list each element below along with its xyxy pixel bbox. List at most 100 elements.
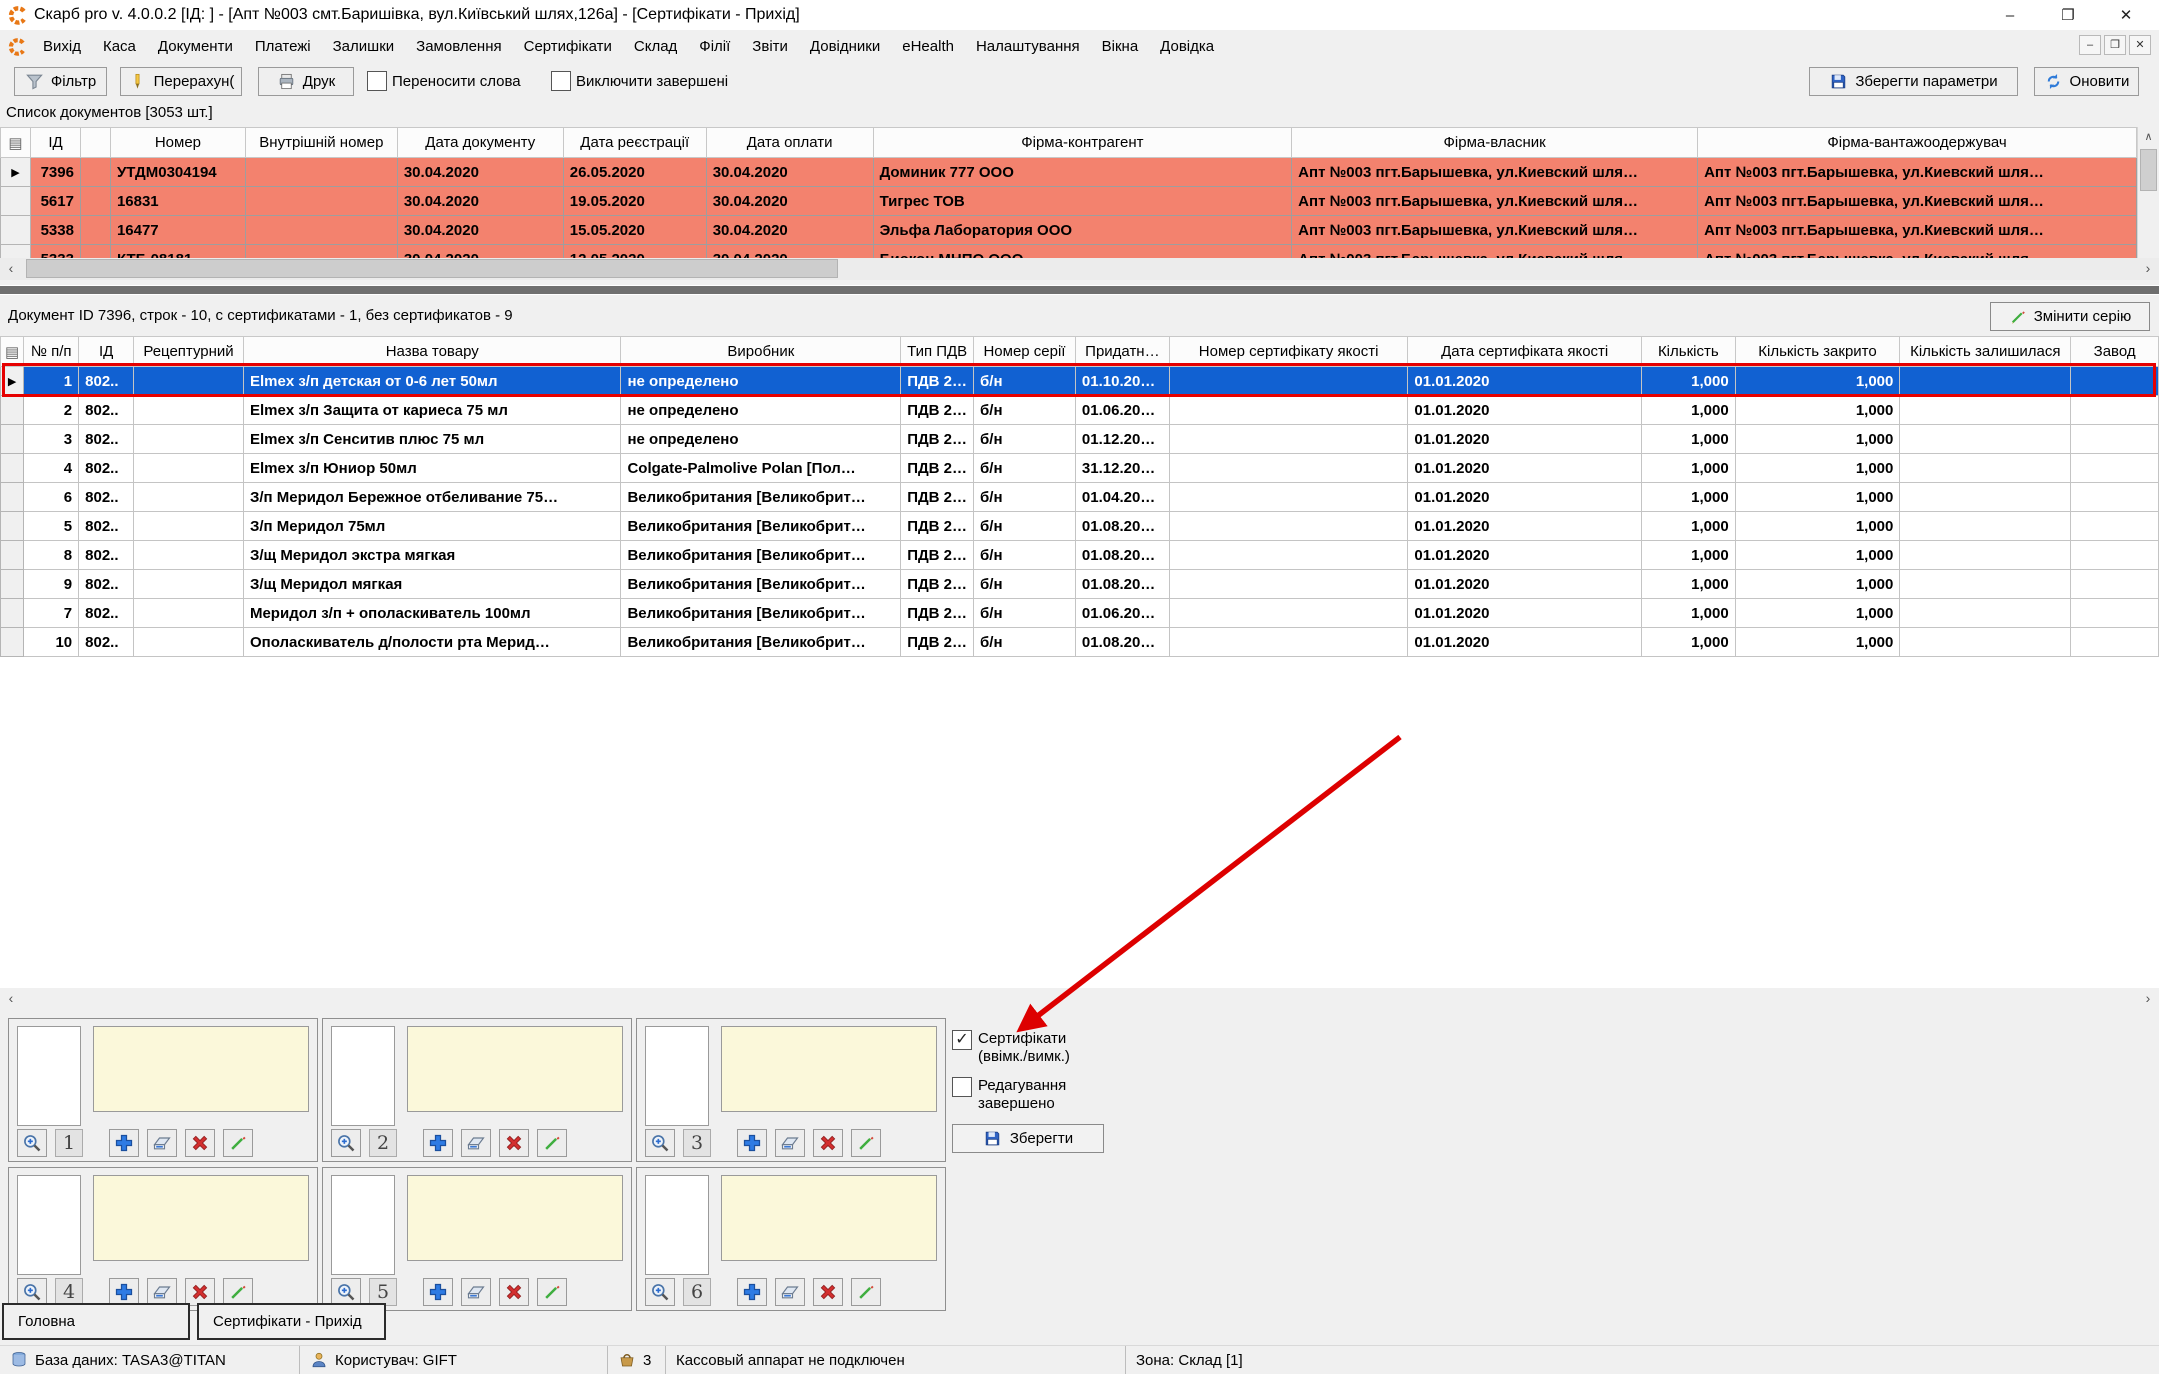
tab-home[interactable]: Головна bbox=[2, 1303, 190, 1340]
mdi-restore-button[interactable]: ❐ bbox=[2104, 35, 2126, 55]
zoom-button[interactable] bbox=[331, 1278, 361, 1306]
column-header[interactable]: Фірма-контрагент bbox=[873, 128, 1292, 158]
add-image-button[interactable] bbox=[109, 1278, 139, 1306]
certificate-thumbnail[interactable] bbox=[645, 1175, 709, 1275]
column-header[interactable]: Назва товару bbox=[243, 337, 621, 367]
column-header[interactable]: ІД bbox=[30, 128, 80, 158]
menu-item-звіти[interactable]: Звіти bbox=[741, 38, 799, 55]
table-row[interactable]: 7802..Меридол з/п + ополаскиватель 100мл… bbox=[1, 599, 2159, 628]
delete-image-button[interactable] bbox=[813, 1129, 843, 1157]
save-params-button[interactable]: Зберегти параметри bbox=[1809, 67, 2018, 96]
menu-item-залишки[interactable]: Залишки bbox=[322, 38, 406, 55]
table-row[interactable]: 10802..Ополаскиватель д/полости рта Мери… bbox=[1, 628, 2159, 657]
add-image-button[interactable] bbox=[423, 1278, 453, 1306]
mdi-minimize-button[interactable]: – bbox=[2079, 35, 2101, 55]
certificates-toggle-box[interactable]: ✓ bbox=[952, 1030, 972, 1050]
table-row[interactable]: ▶1802..Elmex з/п детская от 0-6 лет 50мл… bbox=[1, 367, 2159, 396]
wrap-words-checkbox-box[interactable] bbox=[367, 71, 387, 91]
edit-image-button[interactable] bbox=[223, 1278, 253, 1306]
delete-image-button[interactable] bbox=[185, 1129, 215, 1157]
close-button[interactable]: ✕ bbox=[2097, 0, 2155, 30]
wrap-words-checkbox[interactable]: Переносити слова bbox=[367, 71, 521, 91]
certificate-thumbnail[interactable] bbox=[17, 1175, 81, 1275]
menu-item-вихід[interactable]: Вихід bbox=[32, 38, 92, 55]
scan-button[interactable] bbox=[775, 1278, 805, 1306]
delete-image-button[interactable] bbox=[499, 1278, 529, 1306]
column-header[interactable]: Фірма-власник bbox=[1292, 128, 1698, 158]
certificate-note-area[interactable] bbox=[93, 1175, 309, 1261]
horizontal-splitter[interactable] bbox=[0, 285, 2159, 295]
column-header[interactable]: Рецептурний bbox=[134, 337, 244, 367]
scan-button[interactable] bbox=[461, 1129, 491, 1157]
table-row[interactable]: 3802..Elmex з/п Сенситив плюс 75 млне оп… bbox=[1, 425, 2159, 454]
document-list-horizontal-scrollbar[interactable]: ‹ › bbox=[0, 258, 2159, 280]
column-header[interactable]: Номер сертифікату якості bbox=[1169, 337, 1408, 367]
column-header[interactable] bbox=[80, 128, 110, 158]
column-header[interactable]: Номер bbox=[110, 128, 245, 158]
scroll-right-icon[interactable]: › bbox=[2137, 258, 2159, 280]
column-header[interactable]: Дата оплати bbox=[706, 128, 873, 158]
menu-item-сертифікати[interactable]: Сертифікати bbox=[513, 38, 623, 55]
edit-image-button[interactable] bbox=[537, 1129, 567, 1157]
print-button[interactable]: Друк bbox=[258, 67, 354, 96]
add-image-button[interactable] bbox=[737, 1278, 767, 1306]
menu-item-ehealth[interactable]: eHealth bbox=[891, 38, 965, 55]
column-header[interactable]: ІД bbox=[79, 337, 134, 367]
certificate-thumbnail[interactable] bbox=[331, 1026, 395, 1126]
mdi-close-button[interactable]: ✕ bbox=[2129, 35, 2151, 55]
table-row[interactable]: 2802..Elmex з/п Защита от кариеса 75 млн… bbox=[1, 396, 2159, 425]
menu-item-замовлення[interactable]: Замовлення bbox=[405, 38, 512, 55]
table-row[interactable]: 5802..З/п Меридол 75млВеликобритания [Ве… bbox=[1, 512, 2159, 541]
menu-item-налаштування[interactable]: Налаштування bbox=[965, 38, 1091, 55]
table-row[interactable]: ▶7396УТДМ030419430.04.202026.05.202030.0… bbox=[1, 158, 2137, 187]
delete-image-button[interactable] bbox=[813, 1278, 843, 1306]
zoom-button[interactable] bbox=[645, 1129, 675, 1157]
scan-button[interactable] bbox=[147, 1278, 177, 1306]
tab-certificates-receipt[interactable]: Сертифікати - Прихід bbox=[197, 1303, 386, 1340]
add-image-button[interactable] bbox=[109, 1129, 139, 1157]
column-header[interactable]: Дата реєстрації bbox=[563, 128, 706, 158]
zoom-button[interactable] bbox=[17, 1278, 47, 1306]
certificate-note-area[interactable] bbox=[721, 1026, 937, 1112]
column-header[interactable]: № п/п bbox=[24, 337, 79, 367]
column-header[interactable]: Завод bbox=[2071, 337, 2159, 367]
edit-image-button[interactable] bbox=[537, 1278, 567, 1306]
scroll-right-icon[interactable]: › bbox=[2137, 988, 2159, 1008]
recalculate-button[interactable]: Перерахун( bbox=[120, 67, 242, 96]
column-header[interactable]: Внутрішній номер bbox=[245, 128, 397, 158]
menu-item-філії[interactable]: Філії bbox=[688, 38, 741, 55]
table-row[interactable]: 6802..З/п Меридол Бережное отбеливание 7… bbox=[1, 483, 2159, 512]
scrollbar-thumb[interactable] bbox=[2140, 149, 2157, 191]
scroll-left-icon[interactable]: ‹ bbox=[0, 988, 22, 1008]
certificate-thumbnail[interactable] bbox=[645, 1026, 709, 1126]
edit-image-button[interactable] bbox=[851, 1129, 881, 1157]
column-header[interactable]: Придатн… bbox=[1075, 337, 1169, 367]
menu-item-платежі[interactable]: Платежі bbox=[244, 38, 322, 55]
editing-finished-checkbox[interactable]: Редагування завершено bbox=[952, 1077, 1212, 1113]
certificates-toggle-checkbox[interactable]: ✓ Сертифікати (ввімк./вимк.) bbox=[952, 1030, 1212, 1066]
zoom-button[interactable] bbox=[17, 1129, 47, 1157]
editing-finished-box[interactable] bbox=[952, 1077, 972, 1097]
table-row[interactable]: 5333КТБ 0818130.04.202012.05.202030.04.2… bbox=[1, 245, 2137, 259]
scroll-left-icon[interactable]: ‹ bbox=[0, 258, 22, 280]
table-row[interactable]: 9802..З/щ Меридол мягкаяВеликобритания [… bbox=[1, 570, 2159, 599]
minimize-button[interactable]: – bbox=[1981, 0, 2039, 30]
delete-image-button[interactable] bbox=[499, 1129, 529, 1157]
detail-horizontal-scrollbar[interactable]: ‹ › bbox=[0, 988, 2159, 1008]
add-image-button[interactable] bbox=[737, 1129, 767, 1157]
certificate-thumbnail[interactable] bbox=[331, 1175, 395, 1275]
zoom-button[interactable] bbox=[645, 1278, 675, 1306]
column-header[interactable]: Дата документу bbox=[397, 128, 563, 158]
table-row[interactable]: 53381647730.04.202015.05.202030.04.2020Э… bbox=[1, 216, 2137, 245]
delete-image-button[interactable] bbox=[185, 1278, 215, 1306]
menu-item-довідка[interactable]: Довідка bbox=[1149, 38, 1225, 55]
document-list-vertical-scrollbar[interactable]: ∧ bbox=[2137, 127, 2159, 258]
grid-options-icon[interactable]: ▤ bbox=[1, 337, 24, 367]
filter-button[interactable]: Фільтр bbox=[14, 67, 107, 96]
column-header[interactable]: Дата сертифіката якості bbox=[1408, 337, 1642, 367]
restore-button[interactable]: ❐ bbox=[2039, 0, 2097, 30]
edit-image-button[interactable] bbox=[223, 1129, 253, 1157]
exclude-finished-checkbox[interactable]: Виключити завершені bbox=[551, 71, 728, 91]
menu-item-склад[interactable]: Склад bbox=[623, 38, 688, 55]
menu-item-документи[interactable]: Документи bbox=[147, 38, 244, 55]
